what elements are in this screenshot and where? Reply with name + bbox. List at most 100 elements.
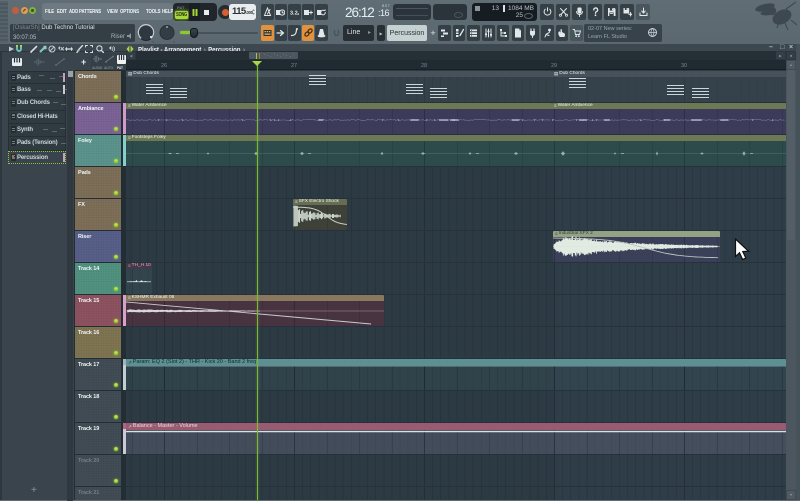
zoom-tool-icon[interactable] — [96, 44, 104, 53]
loop-record-icon[interactable] — [315, 4, 328, 20]
track-mute-led[interactable] — [114, 319, 118, 323]
pattern-item-bass[interactable]: Bass — [8, 84, 68, 98]
event-editor-panel-icon[interactable] — [496, 25, 510, 41]
track-mute-led[interactable] — [114, 191, 118, 195]
snap-magnet-icon[interactable] — [15, 44, 23, 53]
slip-tool-icon[interactable] — [65, 45, 73, 53]
playhead-marker[interactable] — [251, 60, 262, 66]
playlist-maximize-button[interactable]: □ — [780, 44, 784, 51]
track-header-track-16[interactable]: Track 16 — [75, 327, 121, 358]
performance-monitor[interactable]: 13 1084 MB 25 — [472, 3, 537, 21]
clip-param-eq-2-slot-2-thr-kick-20-band-2-freq[interactable]: ↗Param: EQ 2 (Slot 2) - THR - Kick 20 - … — [126, 359, 786, 390]
track-header-foley[interactable]: Foley — [75, 135, 121, 166]
picker-tab-audio[interactable] — [34, 58, 45, 66]
playlist-close-button[interactable]: × — [789, 44, 793, 51]
track-header-riser[interactable]: Riser — [75, 231, 121, 262]
track-mute-led[interactable] — [114, 127, 118, 131]
pattern-item-closed-hi-hats[interactable]: Closed Hi-Hats — [8, 110, 66, 125]
countdown-icon[interactable]: 3.2 — [288, 4, 301, 20]
add-track-button[interactable]: + — [81, 57, 86, 67]
clip-balance-master-volume[interactable]: ↗Balance - Master - Volume — [126, 423, 786, 454]
menu-item-add[interactable]: ADD — [69, 9, 78, 15]
track-mute-led[interactable] — [114, 255, 118, 259]
pattern-selector[interactable]: Percussion — [387, 25, 427, 41]
help-icon[interactable] — [588, 4, 602, 20]
scroll-down-button[interactable]: ▼ — [786, 490, 796, 500]
scroll-stop-button[interactable]: ■ — [786, 51, 796, 60]
playback-tool-icon[interactable] — [107, 45, 115, 53]
slider-thumb[interactable] — [190, 28, 198, 38]
track-header-pads[interactable]: Pads — [75, 167, 121, 198]
menu-item-file[interactable]: FILE — [45, 9, 54, 15]
track-header-track-17[interactable]: Track 17 — [75, 359, 121, 390]
track-header-ambiance[interactable]: Ambiance — [75, 103, 121, 134]
step-edit-icon[interactable] — [274, 25, 288, 41]
picker-scroll-thumb[interactable] — [67, 71, 73, 77]
track-mute-led[interactable] — [114, 415, 118, 419]
picker-add-button[interactable]: + — [31, 485, 37, 496]
browser-panel-icon[interactable] — [511, 25, 525, 41]
tab-automation-icon[interactable] — [105, 55, 114, 63]
track-mute-led[interactable] — [114, 287, 118, 291]
song-pat-switch[interactable]: PAT SONG — [174, 4, 188, 20]
link-controller-icon[interactable] — [301, 25, 315, 41]
master-volume-slider[interactable] — [180, 28, 258, 38]
track-header-track-21[interactable]: Track 21 — [75, 487, 121, 500]
paint-tool-icon[interactable] — [39, 45, 47, 53]
clip-water-ambience[interactable]: ≡Water Ambience — [126, 103, 552, 134]
shop-icon[interactable] — [570, 25, 583, 41]
channel-rack-panel-icon[interactable] — [467, 25, 481, 41]
toolbar-grip[interactable] — [0, 1, 8, 43]
midi-log-icon[interactable] — [288, 25, 301, 41]
track-mute-led[interactable] — [114, 479, 118, 483]
clip-water-ambience[interactable]: ≡Water Ambience — [552, 103, 786, 134]
scroll-up-button[interactable]: ▲ — [786, 60, 796, 70]
delete-tool-icon[interactable] — [48, 45, 56, 53]
plugin-picker-icon[interactable] — [526, 25, 539, 41]
save-icon[interactable] — [604, 4, 618, 20]
multitouch-icon[interactable] — [555, 25, 569, 41]
playlist-menu-arrow-icon[interactable] — [8, 45, 15, 53]
vertical-scroll-thumb[interactable] — [787, 70, 795, 240]
picker-scrollbar[interactable] — [67, 71, 73, 501]
arrangement-picker-icon[interactable] — [126, 45, 134, 53]
menu-item-options[interactable]: OPTIONS — [120, 9, 139, 15]
select-tool-icon[interactable] — [85, 44, 93, 53]
track-header-track-19[interactable]: Track 19 — [75, 423, 121, 454]
track-mute-led[interactable] — [114, 95, 118, 99]
scroll-right-button[interactable]: ▶ — [776, 51, 786, 60]
cut-icon[interactable] — [556, 4, 570, 20]
window-maximize-light[interactable] — [29, 7, 36, 14]
sync-icon[interactable] — [540, 4, 554, 20]
mixer-panel-icon[interactable] — [482, 25, 495, 41]
time-display[interactable]: 26:12 :16 BST — [345, 1, 397, 23]
picker-tab-patterns[interactable] — [12, 58, 22, 66]
menu-item-edit[interactable]: EDIT — [57, 9, 67, 15]
tempo-spinner-icon[interactable] — [252, 8, 255, 16]
track-mute-led[interactable] — [114, 159, 118, 163]
metronome-toggle-icon[interactable] — [315, 25, 328, 41]
clip-footsteps-foley[interactable]: ≡Footsteps Foley — [126, 135, 786, 166]
microphone-icon[interactable] — [572, 4, 586, 20]
save-new-version-icon[interactable] — [620, 4, 634, 20]
horizontal-scrollbar[interactable] — [126, 51, 786, 60]
pattern-item-dub-chords[interactable]: Dub Chords — [8, 97, 66, 111]
menu-item-view[interactable]: VIEW — [107, 9, 118, 15]
playlist-panel-icon[interactable] — [438, 25, 451, 41]
track-header-fx[interactable]: FX — [75, 199, 121, 230]
clip-th-h-10[interactable]: ≡TH_H 10 — [126, 263, 152, 294]
menu-item-tools[interactable]: TOOLS — [146, 9, 161, 15]
stop-button[interactable] — [201, 3, 212, 21]
track-header-chords[interactable]: Chords — [75, 71, 121, 102]
track-header-track-18[interactable]: Track 18 — [75, 391, 121, 422]
draw-tool-icon[interactable] — [30, 45, 38, 53]
window-close-light[interactable] — [12, 7, 19, 14]
playlist-grid[interactable]: ▤Dub Chords ▤Dub Chords ≡Water Ambience ≡Wa… — [126, 70, 786, 500]
track-header-track-15[interactable]: Track 15 — [75, 295, 121, 326]
news-panel[interactable]: 02-07 New series: Learn FL Studio — [584, 24, 662, 42]
slice-tool-icon[interactable] — [76, 44, 84, 53]
pattern-prev-button[interactable]: ▶ — [377, 25, 385, 41]
typing-keyboard-icon[interactable] — [261, 25, 274, 41]
menu-item-help[interactable]: HELP — [162, 9, 173, 15]
track-mute-led[interactable] — [114, 447, 118, 451]
